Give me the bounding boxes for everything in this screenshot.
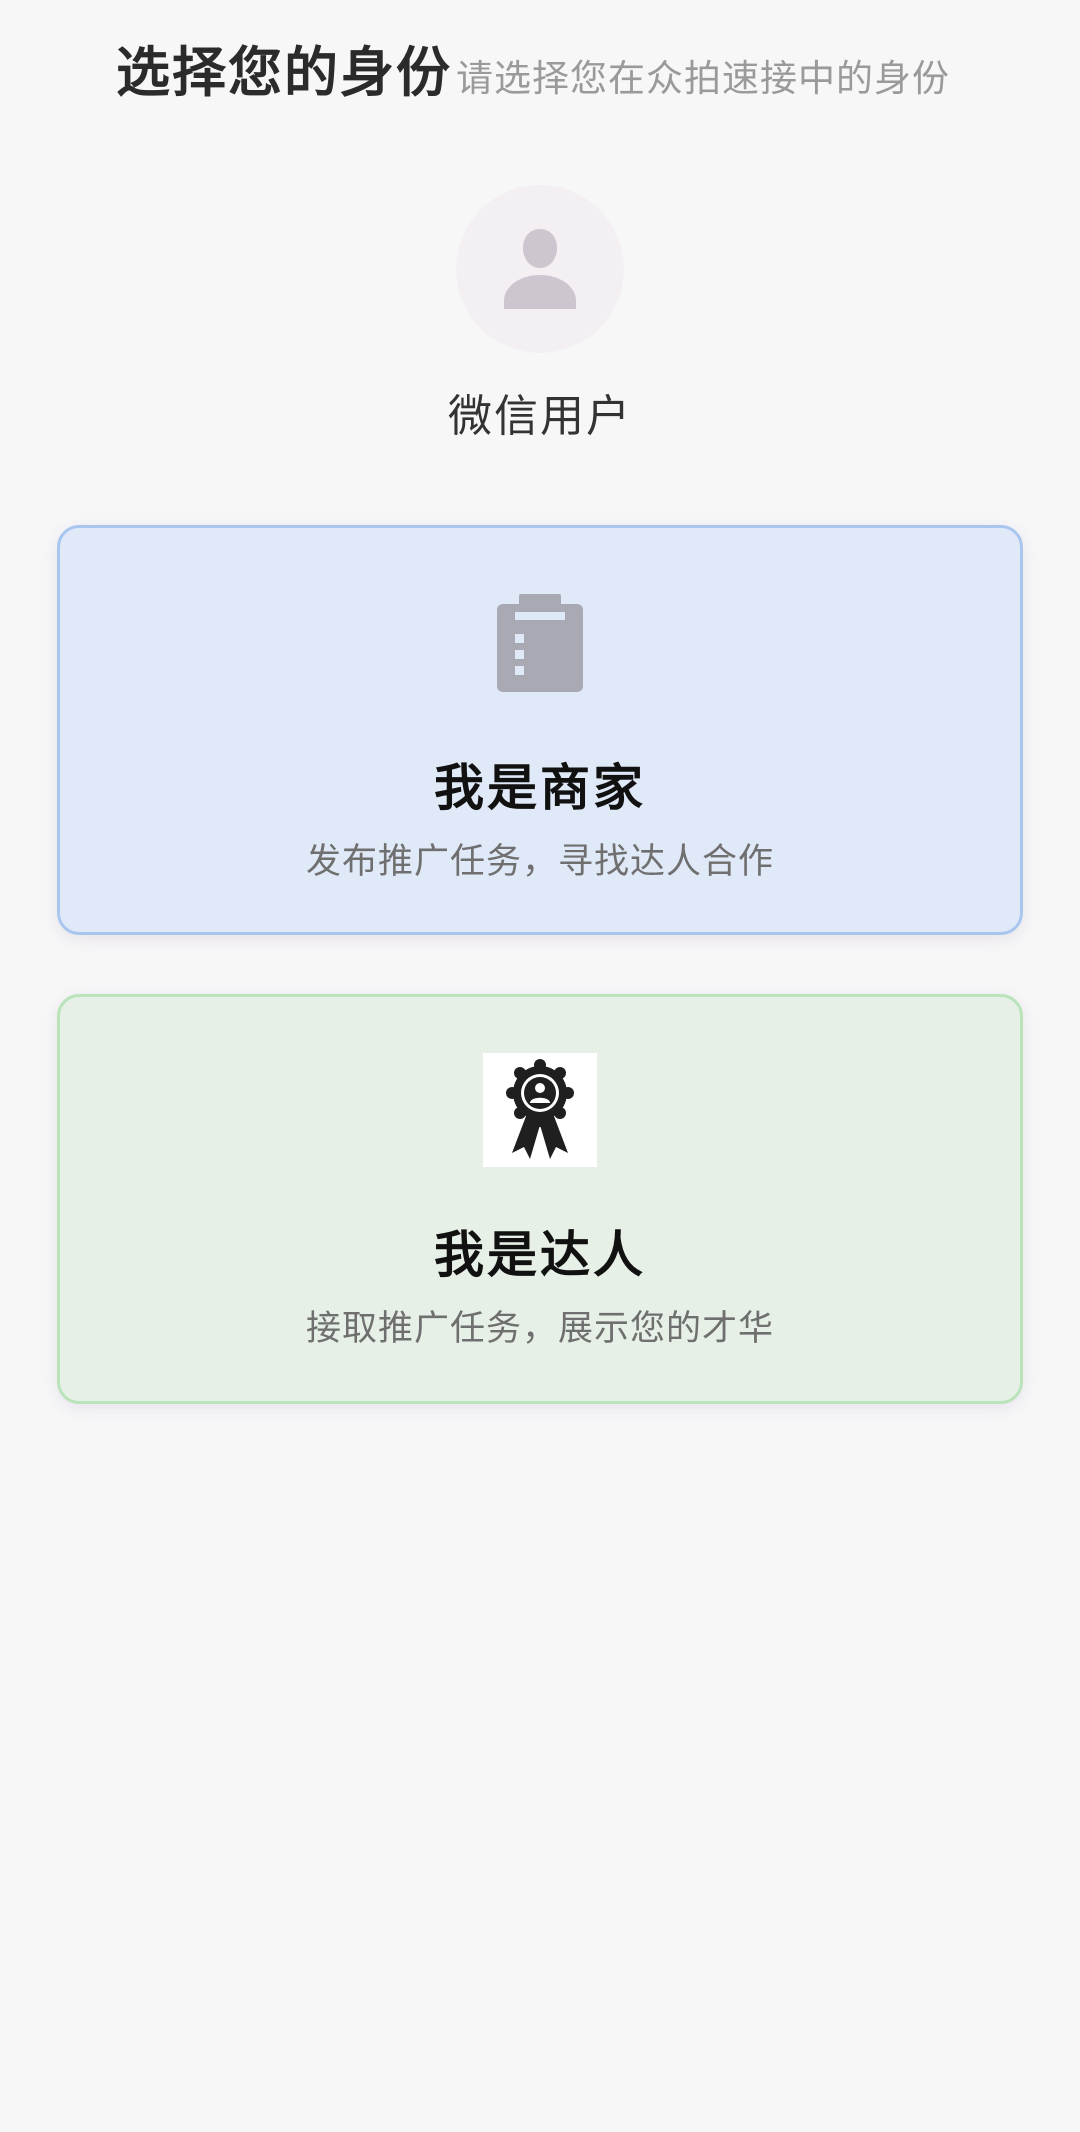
username: 微信用户: [448, 391, 632, 442]
talent-role-card[interactable]: 我是达人 接取推广任务，展示您的才华: [57, 994, 1023, 1404]
page-header: 选择您的身份 请选择您在众拍速接中的身份: [116, 28, 950, 107]
page-subtitle: 请选择您在众拍速接中的身份: [456, 57, 950, 100]
identity-selection-page: 选择您的身份 请选择您在众拍速接中的身份 微信用户 我是商家 发布推广任务，寻找…: [0, 0, 1080, 2132]
merchant-role-description: 发布推广任务，寻找达人合作: [305, 842, 774, 882]
merchant-role-title: 我是商家: [434, 759, 646, 817]
person-silhouette-icon: [504, 229, 576, 309]
talent-role-title: 我是达人: [434, 1226, 646, 1284]
clipboard-icon: [497, 594, 583, 692]
page-title: 选择您的身份: [116, 41, 452, 104]
talent-role-description: 接取推广任务，展示您的才华: [305, 1309, 774, 1349]
award-ribbon-icon: [483, 1053, 597, 1167]
avatar: [456, 185, 624, 353]
merchant-role-card[interactable]: 我是商家 发布推广任务，寻找达人合作: [57, 525, 1023, 935]
